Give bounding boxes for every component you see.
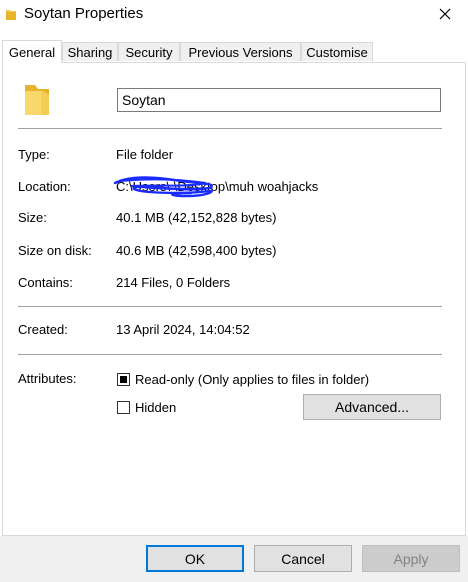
close-icon: [439, 8, 451, 23]
tab-security[interactable]: Security: [118, 42, 180, 61]
tab-general[interactable]: General: [2, 40, 62, 63]
hidden-label: Hidden: [135, 400, 177, 415]
folder-large-icon: [23, 81, 51, 120]
window-title: Soytan Properties: [24, 5, 144, 22]
tab-previous-versions[interactable]: Previous Versions: [180, 42, 301, 61]
attributes-label: Attributes:: [18, 371, 77, 386]
contains-value: 214 Files, 0 Folders: [116, 275, 231, 290]
type-label: Type:: [18, 147, 50, 162]
tab-customise[interactable]: Customise: [301, 42, 373, 61]
separator: [18, 128, 442, 129]
size-value: 40.1 MB (42,152,828 bytes): [116, 210, 277, 225]
close-button[interactable]: [422, 0, 468, 30]
readonly-checkbox[interactable]: [117, 373, 130, 386]
apply-button[interactable]: Apply: [362, 545, 460, 572]
created-value: 13 April 2024, 14:04:52: [116, 322, 250, 337]
contains-label: Contains:: [18, 275, 73, 290]
redaction-scribble: [113, 176, 213, 198]
type-value: File folder: [116, 147, 174, 162]
tab-sharing[interactable]: Sharing: [62, 42, 118, 61]
size-on-disk-value: 40.6 MB (42,598,400 bytes): [116, 243, 277, 258]
size-label: Size:: [18, 210, 47, 225]
separator: [18, 306, 442, 307]
ok-button[interactable]: OK: [146, 545, 244, 572]
tab-strip: General Sharing Security Previous Versio…: [0, 40, 468, 63]
cancel-button[interactable]: Cancel: [254, 545, 352, 572]
folder-icon: [6, 8, 16, 20]
title-bar[interactable]: Soytan Properties: [0, 0, 468, 30]
advanced-button[interactable]: Advanced...: [303, 394, 441, 420]
size-on-disk-label: Size on disk:: [18, 243, 92, 258]
dialog-button-bar: OK Cancel Apply: [0, 536, 468, 582]
general-panel: Type: File folder Location: C:\Users\ \D…: [2, 62, 466, 536]
properties-window: Soytan Properties General Sharing Securi…: [0, 0, 468, 582]
folder-name-input[interactable]: [117, 88, 441, 112]
location-label: Location:: [18, 179, 71, 194]
hidden-checkbox[interactable]: [117, 401, 130, 414]
readonly-label: Read-only (Only applies to files in fold…: [135, 372, 370, 387]
separator: [18, 354, 442, 355]
created-label: Created:: [18, 322, 68, 337]
